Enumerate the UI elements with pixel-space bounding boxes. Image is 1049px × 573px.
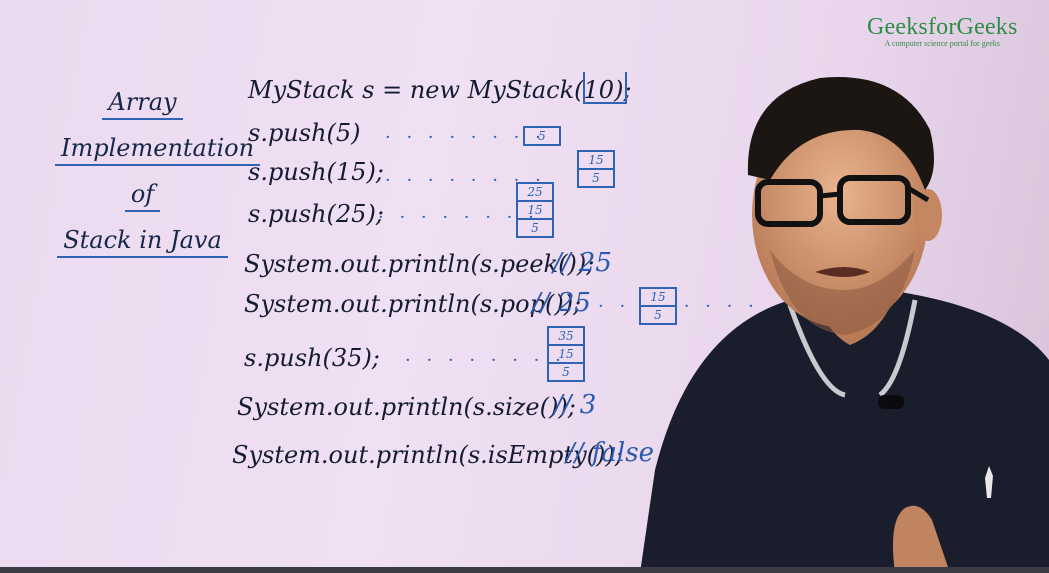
video-frame: GeeksforGeeks A computer science portal … <box>0 0 1049 573</box>
player-progress-strip <box>0 567 1049 573</box>
presenter-figure <box>640 77 1049 573</box>
